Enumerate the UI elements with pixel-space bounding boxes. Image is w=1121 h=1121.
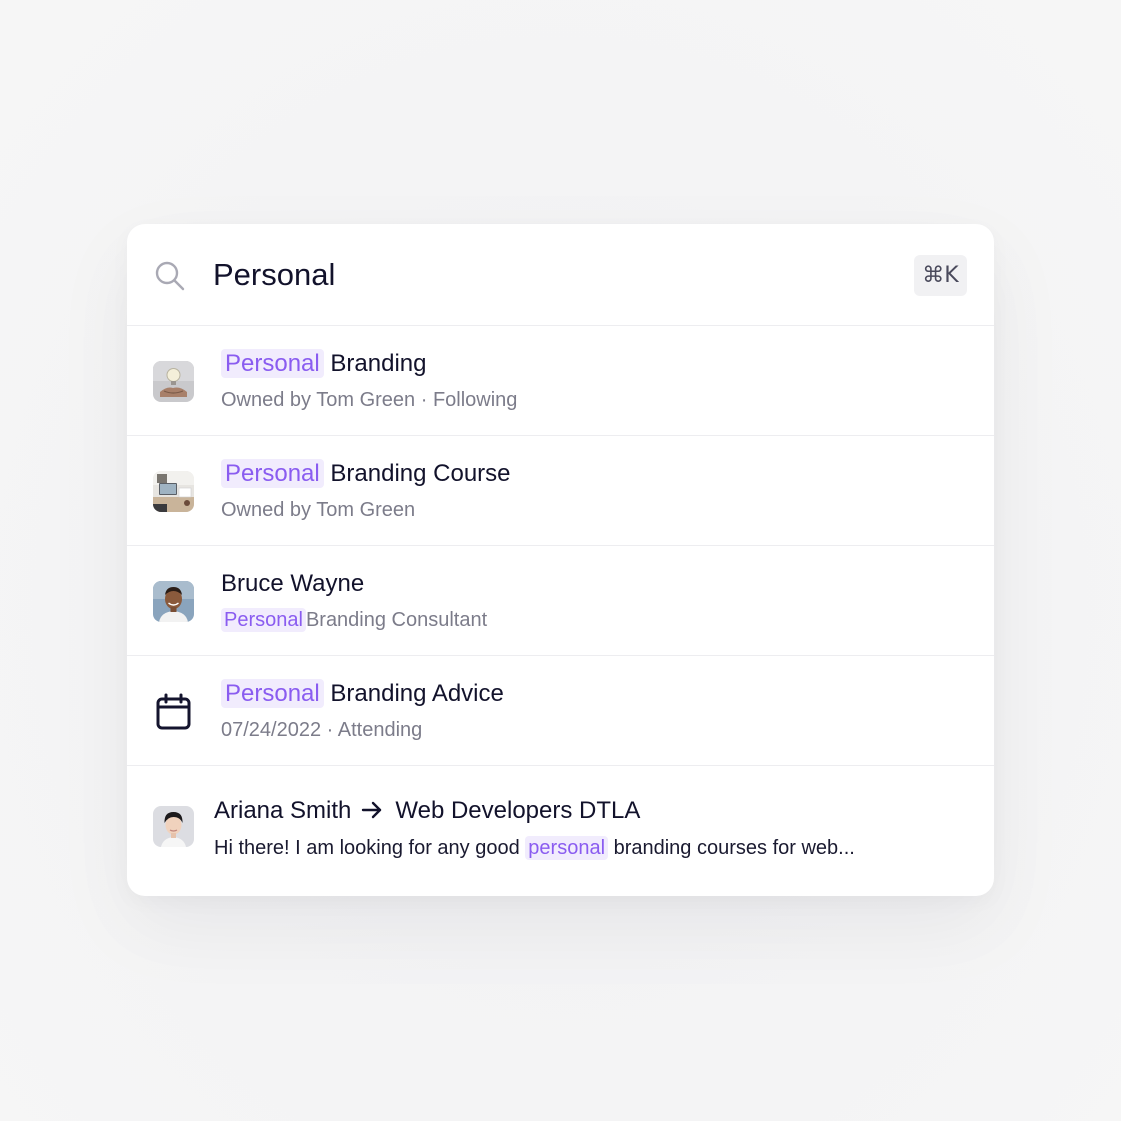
highlight-match: Personal xyxy=(221,608,306,632)
search-results-list: Personal Branding Owned by Tom Green · F… xyxy=(127,326,994,894)
message-channel: Web Developers DTLA xyxy=(395,797,641,824)
command-palette: ⌘K Personal Branding Owned by Tom Green xyxy=(127,224,994,896)
result-item-personal-branding-advice[interactable]: Personal Branding Advice 07/24/2022 · At… xyxy=(127,656,994,766)
preview-text-before: Hi there! I am looking for any good xyxy=(214,837,520,859)
result-title: Personal Branding xyxy=(221,349,427,378)
subtitle-text: Branding Consultant xyxy=(305,609,488,631)
keyboard-shortcut-badge: ⌘K xyxy=(914,255,967,296)
search-input[interactable] xyxy=(213,250,873,300)
lightbulb-hand-image xyxy=(153,361,194,402)
message-header: Ariana Smith Web Developers DTLA xyxy=(214,797,640,827)
avatar-bruce-wayne xyxy=(153,581,194,622)
result-subtitle: Owned by Tom Green xyxy=(221,499,416,521)
result-item-personal-branding[interactable]: Personal Branding Owned by Tom Green · F… xyxy=(127,326,994,436)
message-preview: Hi there! I am looking for any good pers… xyxy=(214,836,855,860)
title-text: Branding Advice xyxy=(330,680,504,707)
highlight-match: Personal xyxy=(221,459,324,488)
highlight-match: Personal xyxy=(221,679,324,708)
result-subtitle: 07/24/2022 · Attending xyxy=(221,719,423,741)
result-subtitle: Personal Branding Consultant xyxy=(221,608,488,632)
result-item-message-ariana-smith[interactable]: Ariana Smith Web Developers DTLA Hi there… xyxy=(127,766,994,894)
page-background: ⌘K Personal Branding Owned by Tom Green xyxy=(0,0,1121,1121)
calendar-icon xyxy=(153,691,194,732)
result-title: Bruce Wayne xyxy=(221,570,365,597)
search-icon xyxy=(154,260,186,292)
title-text: Branding Course xyxy=(330,460,511,487)
preview-text-after: branding courses for web... xyxy=(613,837,855,859)
search-bar: ⌘K xyxy=(127,224,994,326)
highlight-match: Personal xyxy=(221,349,324,378)
result-subtitle: Owned by Tom Green · Following xyxy=(221,389,518,411)
result-item-bruce-wayne[interactable]: Bruce Wayne Personal Branding Consultant xyxy=(127,546,994,656)
title-text: Branding xyxy=(330,350,427,377)
highlight-match: personal xyxy=(525,836,609,860)
desk-laptop-image xyxy=(153,471,194,512)
message-sender: Ariana Smith xyxy=(214,797,352,824)
result-title: Personal Branding Course xyxy=(221,459,511,488)
result-title: Personal Branding Advice xyxy=(221,679,504,708)
arrow-right-icon xyxy=(361,799,383,827)
avatar-ariana-smith xyxy=(153,806,194,847)
result-item-personal-branding-course[interactable]: Personal Branding Course Owned by Tom Gr… xyxy=(127,436,994,546)
